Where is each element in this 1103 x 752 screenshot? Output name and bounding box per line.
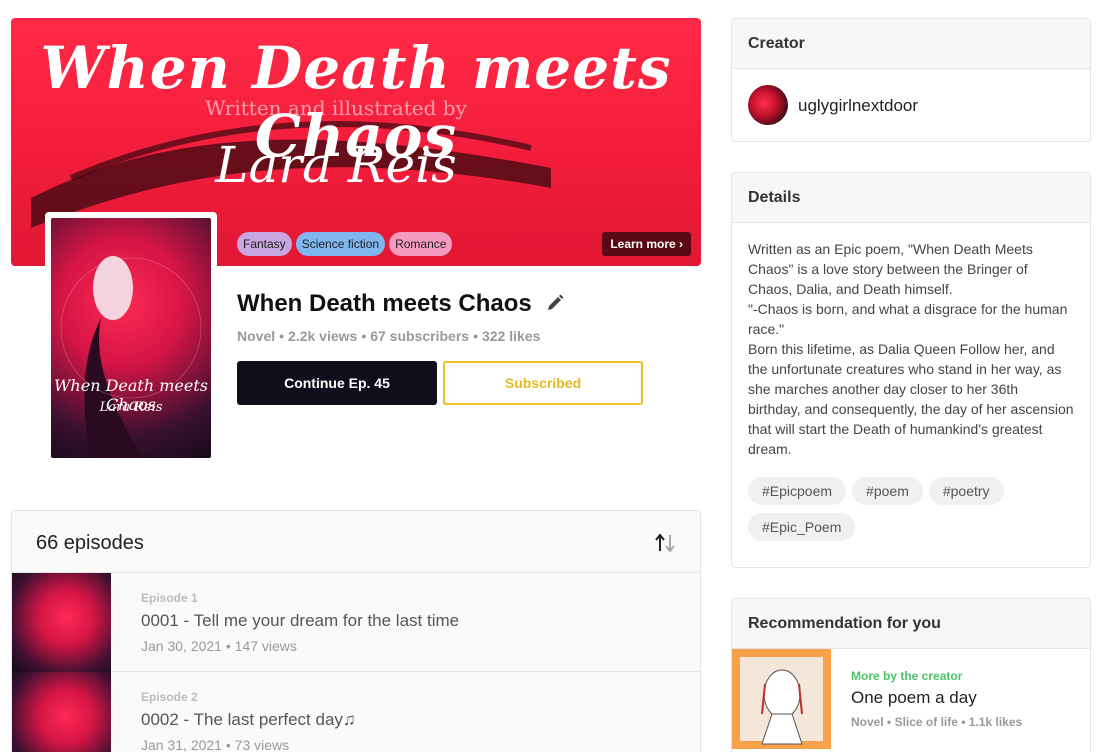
cover-image: When Death meets Chaos Lara Reis: [51, 218, 211, 458]
episode-title[interactable]: 0002 - The last perfect day♫: [141, 710, 356, 730]
genre-tag-romance[interactable]: Romance: [389, 232, 453, 256]
episode-number: Episode 2: [141, 690, 198, 704]
episode-title[interactable]: 0001 - Tell me your dream for the last t…: [141, 611, 459, 631]
recommendation-heading: Recommendation for you: [732, 599, 1090, 649]
cover-illustration: [60, 256, 202, 458]
series-title: When Death meets Chaos: [237, 290, 532, 317]
episode-meta: Jan 31, 2021 • 73 views: [141, 737, 290, 752]
series-type: Novel: [237, 328, 276, 344]
recommendation-meta: Novel • Slice of life • 1.1k likes: [851, 715, 1023, 729]
series-subscribers: 67 subscribers: [370, 328, 470, 344]
episode-views: 73 views: [234, 737, 290, 752]
genre-tag-science-fiction[interactable]: Science fiction: [295, 232, 386, 256]
episode-views: 147 views: [234, 638, 297, 654]
cover-author: Lara Reis: [99, 400, 163, 415]
genre-tag-fantasy[interactable]: Fantasy: [237, 232, 292, 256]
subscribed-button[interactable]: Subscribed: [443, 361, 643, 405]
episode-date: Jan 30, 2021: [141, 638, 222, 654]
pencil-icon[interactable]: [545, 293, 565, 313]
recommendation-genre: Slice of life: [894, 715, 958, 729]
recommendation-label: More by the creator: [851, 669, 963, 683]
tag-poem[interactable]: #poem: [852, 477, 923, 505]
details-description: Written as an Epic poem, "When Death Mee…: [748, 241, 1074, 457]
tag-list: #Epicpoem #poem #poetry #Epic_Poem: [732, 469, 1090, 561]
episode-meta: Jan 30, 2021 • 147 views: [141, 638, 297, 654]
tag-epic-poem[interactable]: #Epic_Poem: [748, 513, 856, 541]
episode-row[interactable]: Episode 2 0002 - The last perfect day♫ J…: [12, 672, 700, 752]
episode-list-header: 66 episodes: [12, 511, 700, 573]
banner-subtitle: Written and illustrated by: [205, 96, 467, 120]
creator-name[interactable]: uglygirlnextdoor: [798, 96, 918, 116]
series-cover: When Death meets Chaos Lara Reis: [45, 212, 217, 464]
banner-author: Lara Reis: [215, 136, 457, 194]
tag-epicpoem[interactable]: #Epicpoem: [748, 477, 847, 505]
genre-list: Fantasy Science fiction Romance: [237, 232, 453, 256]
creator-heading: Creator: [732, 19, 1090, 69]
details-heading: Details: [732, 173, 1090, 223]
recommendation-thumbnail: [732, 649, 831, 749]
episode-list: 66 episodes Episode 1 0001 - Tell me you…: [11, 510, 701, 752]
recommendation-illustration: [740, 657, 823, 745]
recommendation-item[interactable]: More by the creator One poem a day Novel…: [732, 649, 1090, 749]
avatar[interactable]: [748, 85, 788, 125]
recommendation-likes: 1.1k likes: [968, 715, 1023, 729]
episode-thumbnail: [12, 573, 111, 672]
details-card: Details Written as an Epic poem, "When D…: [731, 172, 1091, 568]
continue-episode-button[interactable]: Continue Ep. 45: [237, 361, 437, 405]
episode-thumbnail: [12, 672, 111, 752]
series-meta: Novel • 2.2k views • 67 subscribers • 322 like…: [237, 328, 541, 344]
episode-row[interactable]: Episode 1 0001 - Tell me your dream for …: [12, 573, 700, 672]
recommendation-type: Novel: [851, 715, 884, 729]
tag-poetry[interactable]: #poetry: [928, 477, 1004, 505]
series-likes: 322 likes: [481, 328, 541, 344]
episode-number: Episode 1: [141, 591, 198, 605]
learn-more-button[interactable]: Learn more ›: [602, 232, 691, 256]
episode-count: 66 episodes: [36, 532, 144, 554]
recommendation-card: Recommendation for you More by the creat…: [731, 598, 1091, 752]
creator-row[interactable]: uglygirlnextdoor: [732, 69, 1090, 141]
sort-icon[interactable]: [654, 533, 676, 553]
series-views: 2.2k views: [288, 328, 358, 344]
creator-card: Creator uglygirlnextdoor: [731, 18, 1091, 142]
recommendation-title[interactable]: One poem a day: [851, 688, 977, 708]
episode-date: Jan 31, 2021: [141, 737, 222, 752]
